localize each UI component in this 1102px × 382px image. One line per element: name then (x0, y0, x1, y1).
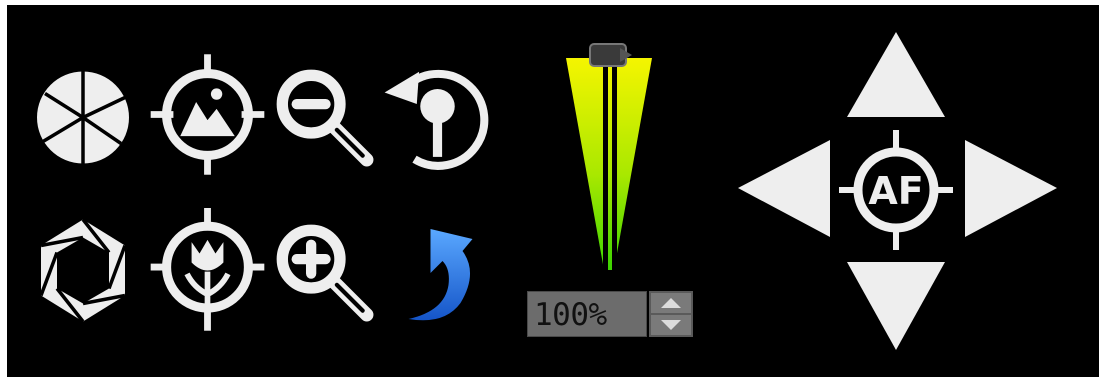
svg-text:AF: AF (868, 169, 923, 213)
arrow-down-icon[interactable] (847, 262, 945, 350)
zoom-value-field[interactable]: 100% (527, 291, 647, 337)
zoom-out-icon[interactable] (272, 65, 375, 168)
zoom-in-icon[interactable] (272, 220, 375, 323)
zoom-spinner[interactable] (649, 291, 693, 337)
focus-gauge[interactable] (562, 42, 656, 272)
undo-arrow-icon[interactable] (398, 225, 483, 325)
zoom-value-text: 100% (534, 297, 607, 333)
arrow-left-icon[interactable] (738, 140, 830, 237)
arrow-right-icon[interactable] (965, 140, 1057, 237)
landscape-focus-icon[interactable] (150, 52, 265, 177)
aperture-closed-icon[interactable] (33, 213, 133, 328)
aperture-open-icon[interactable] (33, 65, 133, 170)
autofocus-icon[interactable]: AF (839, 130, 953, 250)
arrow-up-icon[interactable] (847, 32, 945, 117)
macro-focus-icon[interactable] (150, 208, 265, 333)
rotate-back-icon[interactable] (380, 58, 495, 173)
